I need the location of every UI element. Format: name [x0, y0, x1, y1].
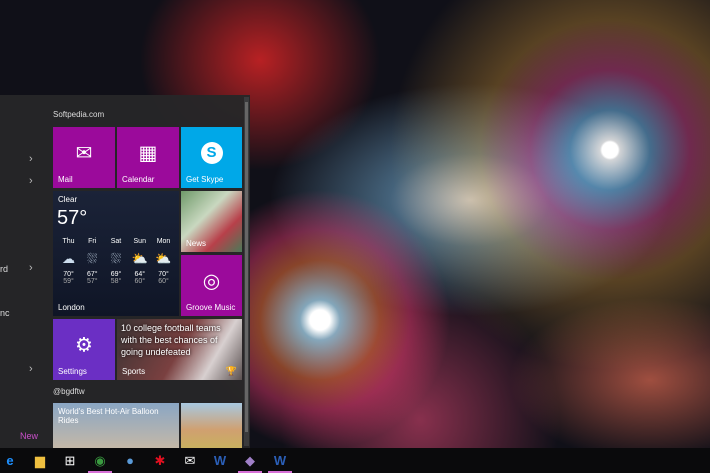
forecast-day: Fri ⛆ 67° 57° — [81, 238, 104, 285]
thunderbird-icon[interactable]: ● — [115, 448, 145, 473]
forecast-day: Thu ☁ 70° 59° — [57, 238, 80, 285]
weather-condition: Clear — [58, 195, 78, 204]
forecast-day: Mon ⛅ 70° 60° — [152, 238, 175, 285]
trophy-icon: 🏆 — [225, 366, 237, 376]
file-explorer-icon[interactable]: ▆ — [25, 448, 55, 473]
cloudy-icon: ☁ — [62, 251, 75, 266]
red-app-icon[interactable]: ✱ — [145, 448, 175, 473]
tile-travel[interactable]: World's Best Hot-Air Balloon Rides — [53, 403, 179, 448]
tile-people[interactable] — [181, 403, 242, 448]
edge-icon[interactable]: e — [0, 448, 25, 473]
tile-calendar[interactable]: ▦ Calendar — [117, 127, 179, 188]
tile-label: Groove Music — [186, 303, 236, 312]
tile-label: Get Skype — [186, 175, 224, 184]
app-list: › › rd › nc › New — [0, 95, 47, 448]
mail-icon: ✉ — [75, 142, 93, 165]
tile-settings[interactable]: ⚙ Settings — [53, 319, 115, 380]
word-window-icon[interactable]: W — [265, 448, 295, 473]
chrome-icon[interactable]: ◉ — [85, 448, 115, 473]
tile-news[interactable]: News — [181, 191, 242, 252]
forecast: Thu ☁ 70° 59° Fri ⛆ 67° 57° Sat ⛆ 69° 58° Sun ⛅ 64°… — [57, 238, 175, 285]
weather-temp: 57° — [57, 207, 88, 229]
sports-headline: 10 college football teams with the best … — [121, 323, 221, 357]
app-list-item[interactable]: nc — [0, 308, 10, 318]
tile-label: News — [186, 239, 207, 248]
calendar-icon: ▦ — [138, 142, 158, 165]
skype-icon: S — [200, 141, 223, 164]
rain-icon: ⛆ — [110, 251, 122, 266]
word-icon[interactable]: W — [205, 448, 235, 473]
gear-icon: ⚙ — [75, 334, 93, 357]
chevron-right-icon[interactable]: › — [29, 153, 33, 165]
purple-app-icon[interactable]: ◆ — [235, 448, 265, 473]
tile-weather[interactable]: Clear 57° Thu ☁ 70° 59° Fri ⛆ 67° 57° Sat ⛆ 69° 5… — [53, 191, 179, 316]
tile-mail[interactable]: ✉ Mail — [53, 127, 115, 188]
weather-location: London — [58, 303, 85, 312]
mail-icon[interactable]: ✉ — [175, 448, 205, 473]
tile-label: Sports — [122, 367, 146, 376]
app-list-item[interactable]: rd — [0, 264, 8, 274]
group-title[interactable]: Softpedia.com — [53, 110, 104, 119]
tile-headline: World's Best Hot-Air Balloon Rides — [58, 407, 159, 425]
rain-icon: ⛆ — [87, 251, 98, 266]
tile-label: Mail — [58, 175, 73, 184]
forecast-day: Sat ⛆ 69° 58° — [105, 238, 128, 285]
group-title[interactable]: @bgdftw — [53, 387, 85, 396]
chevron-right-icon[interactable]: › — [29, 175, 33, 187]
forecast-day: Sun ⛅ 64° 60° — [128, 238, 151, 285]
tile-label: Calendar — [122, 175, 155, 184]
scrollbar[interactable] — [244, 97, 249, 446]
chevron-right-icon[interactable]: › — [29, 262, 33, 274]
tile-groove-music[interactable]: ◎ Groove Music — [181, 255, 242, 316]
tile-sports[interactable]: 10 college football teams with the best … — [117, 319, 242, 380]
groove-music-icon: ◎ — [202, 270, 221, 293]
chevron-right-icon[interactable]: › — [29, 363, 33, 375]
new-badge: New — [20, 431, 39, 441]
tile-label: Settings — [58, 367, 87, 376]
sun-showers-icon: ⛅ — [131, 251, 148, 266]
sun-showers-icon: ⛅ — [155, 251, 172, 266]
scrollbar-thumb[interactable] — [245, 102, 248, 432]
store-icon[interactable]: ⊞ — [55, 448, 85, 473]
taskbar: e ▆ ⊞ ◉ ● ✱ ✉ W ◆ W — [0, 448, 710, 473]
tile-skype[interactable]: S Get Skype — [181, 127, 242, 188]
start-menu: › › rd › nc › New Softpedia.com ✉ Mail ▦ C… — [0, 95, 250, 448]
